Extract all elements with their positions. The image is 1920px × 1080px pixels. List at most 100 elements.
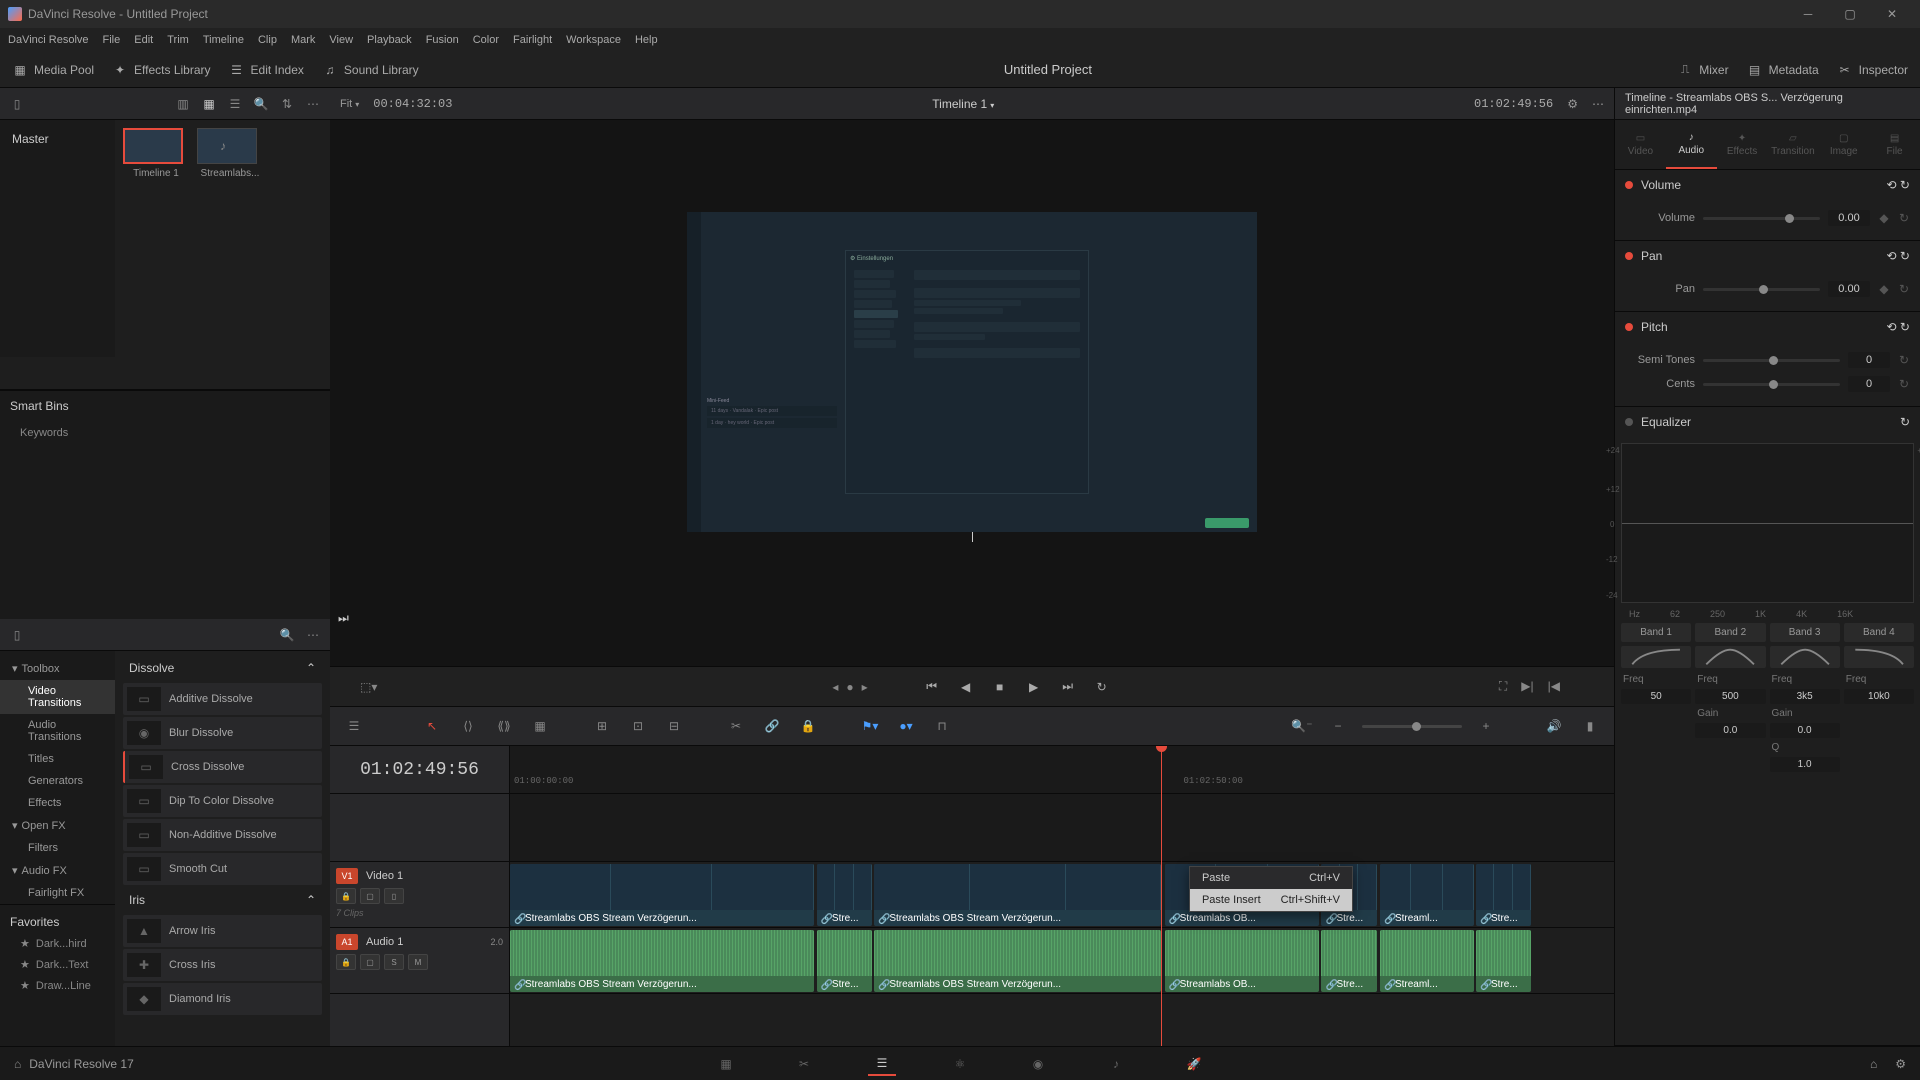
context-paste[interactable]: PasteCtrl+V (1190, 867, 1352, 889)
lock-icon[interactable]: 🔒 (796, 714, 820, 738)
view-metadata-button[interactable]: ▥ (174, 95, 192, 113)
audio-clip[interactable]: 🔗Stre... (1321, 930, 1376, 992)
pan-slider[interactable] (1703, 288, 1820, 291)
inspector-toggle[interactable]: ✂Inspector (1837, 62, 1908, 78)
menu-item[interactable]: Help (635, 34, 658, 46)
freq-1[interactable]: 50 (1621, 689, 1691, 704)
timeline-view-button[interactable]: ☰ (342, 714, 366, 738)
menu-item[interactable]: Fairlight (513, 34, 552, 46)
home-icon[interactable]: ⌂ (14, 1057, 21, 1071)
master-bin[interactable]: Master (8, 128, 107, 150)
fx-item[interactable]: ▭Cross Dissolve (123, 751, 322, 783)
zoom-plus-icon[interactable]: + (1474, 714, 1498, 738)
audio-track[interactable]: 🔗Streamlabs OBS Stream Verzögerun...🔗Str… (510, 928, 1614, 994)
fx-item[interactable]: ✚Cross Iris (123, 949, 322, 981)
next-clip-icon[interactable]: ▶| (1521, 679, 1533, 694)
crop-icon[interactable]: ⬚▾ (360, 680, 377, 694)
menu-item[interactable]: Playback (367, 34, 412, 46)
favorite-item[interactable]: ★ Dark...hird (0, 933, 115, 954)
goto-end-icon[interactable]: ⏭ (338, 611, 349, 626)
settings-icon[interactable]: ⚙ (1895, 1057, 1906, 1071)
insert-button[interactable]: ⊞ (590, 714, 614, 738)
selection-tool[interactable]: ↖ (420, 714, 444, 738)
track-mute-button[interactable]: M (408, 954, 428, 970)
menu-item[interactable]: Clip (258, 34, 277, 46)
band-curve-4[interactable] (1844, 646, 1914, 668)
track-solo-button[interactable]: S (384, 954, 404, 970)
freq-3[interactable]: 3k5 (1770, 689, 1840, 704)
page-deliver[interactable]: 🚀 (1180, 1052, 1208, 1076)
match-frame-icon[interactable]: ◂ (832, 680, 838, 694)
meter-icon[interactable]: ▮ (1578, 714, 1602, 738)
media-pool-toggle[interactable]: ▦Media Pool (12, 62, 94, 78)
page-edit[interactable]: ☰ (868, 1052, 896, 1076)
timeline-ruler[interactable]: 01:00:00:00 01:02:50:00 (510, 746, 1614, 794)
inspector-tab-effects[interactable]: ✦Effects (1717, 120, 1768, 169)
menu-item[interactable]: Color (473, 34, 499, 46)
track-badge-v1[interactable]: V1 (336, 868, 358, 884)
section-pitch[interactable]: Pitch⟲ ↻ (1615, 312, 1920, 342)
scrubber-playhead[interactable] (972, 532, 973, 542)
cents-slider[interactable] (1703, 383, 1840, 386)
video-clip[interactable]: 🔗Streamlabs OBS Stream Verzögerun... (510, 864, 814, 926)
gain-3[interactable]: 0.0 (1770, 723, 1840, 738)
page-fusion[interactable]: ⚛ (946, 1052, 974, 1076)
close-button[interactable]: ✕ (1872, 2, 1912, 26)
blade-icon[interactable]: ✂ (724, 714, 748, 738)
favorite-item[interactable]: ★ Draw...Line (0, 975, 115, 996)
link-icon[interactable]: 🔗 (760, 714, 784, 738)
menu-item[interactable]: Fusion (426, 34, 459, 46)
more-icon[interactable]: ⋯ (304, 95, 322, 113)
fx-item[interactable]: ▲Arrow Iris (123, 915, 322, 947)
inspector-tab-transition[interactable]: ▱Transition (1767, 120, 1818, 169)
goto-end-button[interactable]: ⏭ (1058, 677, 1078, 697)
mixer-toggle[interactable]: ⎍Mixer (1677, 62, 1728, 78)
fx-item[interactable]: ◉Blur Dissolve (123, 717, 322, 749)
step-back-button[interactable]: ◀ (956, 677, 976, 697)
fx-cat-video-transitions[interactable]: Video Transitions (0, 680, 115, 714)
video-track-header[interactable]: V1 Video 1 🔒 ▢ ▯ 7 Clips (330, 862, 509, 928)
audio-clip[interactable]: 🔗Stre... (1476, 930, 1531, 992)
zoom-minus-icon[interactable]: − (1326, 714, 1350, 738)
track-enable-icon[interactable]: ▢ (360, 888, 380, 904)
gain-2[interactable]: 0.0 (1695, 723, 1765, 738)
inspector-tab-audio[interactable]: ♪Audio (1666, 120, 1717, 169)
band-curve-3[interactable] (1770, 646, 1840, 668)
view-list-button[interactable]: ☰ (226, 95, 244, 113)
context-paste-insert[interactable]: Paste InsertCtrl+Shift+V (1190, 889, 1352, 911)
menu-item[interactable]: File (103, 34, 121, 46)
freq-4[interactable]: 10k0 (1844, 689, 1914, 704)
play-button[interactable]: ▶ (1024, 677, 1044, 697)
zoom-slider[interactable] (1362, 725, 1462, 728)
fx-cat-audio-transitions[interactable]: Audio Transitions (0, 714, 115, 748)
audio-icon[interactable]: 🔊 (1542, 714, 1566, 738)
menu-item[interactable]: View (329, 34, 353, 46)
band-curve-2[interactable] (1695, 646, 1765, 668)
freq-2[interactable]: 500 (1695, 689, 1765, 704)
full-screen-icon[interactable]: ⛶ (1499, 679, 1507, 694)
track-enable-icon[interactable]: ▢ (360, 954, 380, 970)
zoom-fit[interactable]: Fit (340, 98, 359, 110)
track-mute-icon[interactable]: ▯ (384, 888, 404, 904)
timeline-selector[interactable]: Timeline 1 (932, 97, 994, 111)
page-cut[interactable]: ✂ (790, 1052, 818, 1076)
inspector-tab-video[interactable]: ▭Video (1615, 120, 1666, 169)
blade-tool[interactable]: ▦ (528, 714, 552, 738)
zoom-out-icon[interactable]: 🔍⁻ (1290, 714, 1314, 738)
page-fairlight[interactable]: ♪ (1102, 1052, 1130, 1076)
fx-group-iris[interactable]: Iris⌃ (119, 887, 326, 913)
page-media[interactable]: ▦ (712, 1052, 740, 1076)
track-badge-a1[interactable]: A1 (336, 934, 358, 950)
fx-cat-fairlightfx[interactable]: Fairlight FX (0, 882, 115, 904)
marker-icon[interactable]: ●▾ (894, 714, 918, 738)
menu-item[interactable]: Workspace (566, 34, 621, 46)
eq-band-3[interactable]: Band 3 (1770, 623, 1840, 642)
video-clip[interactable]: 🔗Streaml... (1380, 864, 1474, 926)
fx-item[interactable]: ▭Non-Additive Dissolve (123, 819, 322, 851)
eq-band-2[interactable]: Band 2 (1695, 623, 1765, 642)
fx-cat-filters[interactable]: Filters (0, 837, 115, 859)
audio-clip[interactable]: 🔗Streaml... (1380, 930, 1474, 992)
section-equalizer[interactable]: Equalizer↻ (1615, 407, 1920, 437)
audio-clip[interactable]: 🔗Stre... (817, 930, 872, 992)
volume-value[interactable]: 0.00 (1828, 210, 1870, 226)
